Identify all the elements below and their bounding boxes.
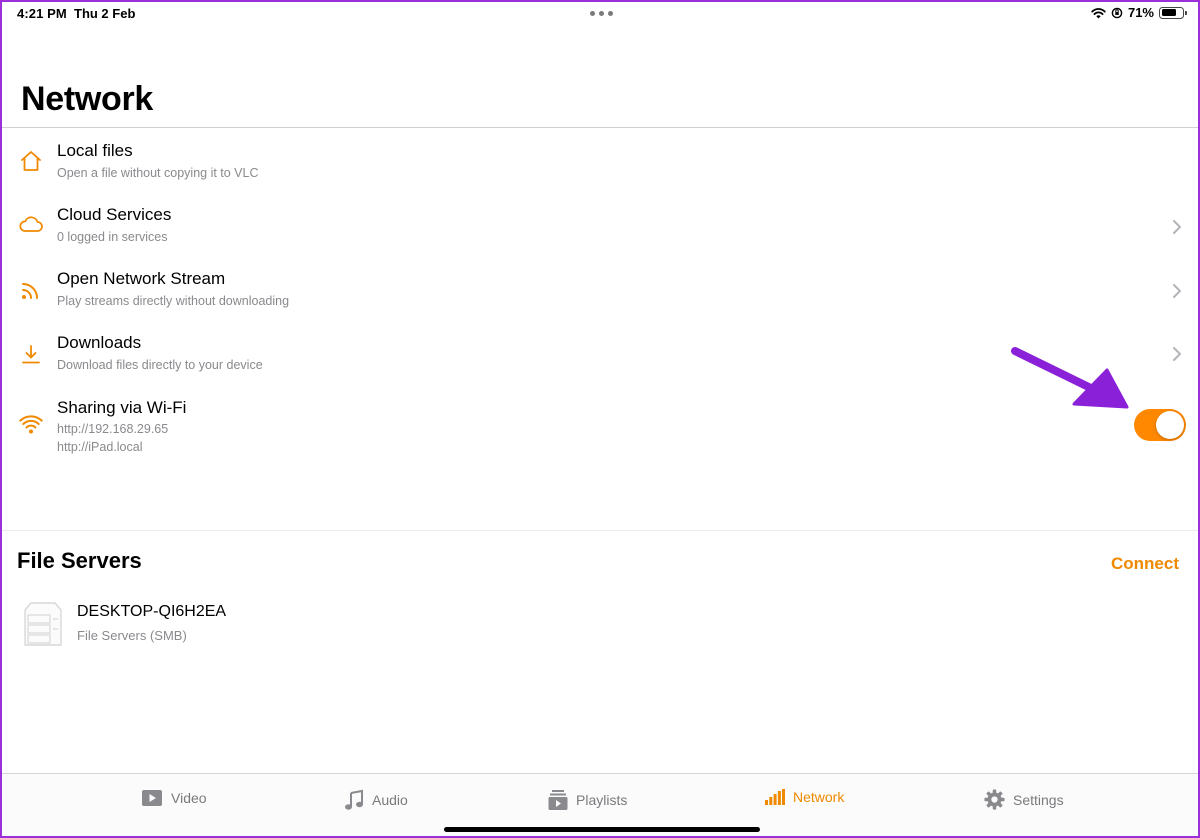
status-indicators: 71% bbox=[1091, 5, 1187, 20]
tab-label: Settings bbox=[1013, 791, 1064, 808]
wifi-status-icon bbox=[1091, 7, 1106, 18]
server-icon bbox=[24, 602, 62, 646]
server-name: DESKTOP-QI6H2EA bbox=[77, 603, 227, 620]
wifi-sharing-toggle[interactable] bbox=[1134, 409, 1186, 441]
battery-percentage: 71% bbox=[1127, 5, 1154, 20]
section-divider bbox=[2, 530, 1198, 531]
title-divider bbox=[2, 127, 1198, 128]
tab-settings[interactable]: Settings bbox=[984, 789, 1064, 810]
wifi-ip-url[interactable]: http://192.168.29.65 bbox=[57, 422, 168, 436]
tab-label: Playlists bbox=[576, 792, 628, 808]
server-type: File Servers (SMB) bbox=[77, 628, 187, 643]
tab-playlists[interactable]: Playlists bbox=[548, 789, 627, 811]
item-subtitle: Download files directly to your device bbox=[57, 358, 263, 372]
list-item-open-network-stream[interactable]: Open Network Stream Play streams directl… bbox=[2, 258, 1198, 318]
tab-network[interactable]: Network bbox=[765, 789, 844, 805]
item-title: Sharing via Wi-Fi bbox=[57, 398, 187, 417]
item-subtitle: Play streams directly without downloadin… bbox=[57, 294, 290, 308]
status-date: Thu 2 Feb bbox=[74, 6, 136, 21]
multitasking-dots-icon[interactable] bbox=[590, 11, 613, 16]
item-title: Local files bbox=[57, 141, 133, 160]
tab-label: Network bbox=[793, 789, 845, 805]
download-icon bbox=[18, 341, 44, 367]
screen-frame: 4:21 PM Thu 2 Feb 71% Network Local file… bbox=[0, 0, 1200, 838]
item-title: Open Network Stream bbox=[57, 269, 226, 288]
annotation-arrow-icon bbox=[1011, 347, 1129, 409]
playlist-icon bbox=[548, 790, 568, 810]
tab-audio[interactable]: Audio bbox=[344, 789, 408, 811]
item-title: Cloud Services bbox=[57, 205, 172, 224]
house-icon bbox=[18, 148, 44, 174]
connect-button[interactable]: Connect bbox=[1111, 554, 1179, 574]
list-item-local-files[interactable]: Local files Open a file without copying … bbox=[2, 130, 1198, 190]
page-title: Network bbox=[21, 80, 154, 118]
wifi-icon bbox=[18, 412, 44, 438]
list-item-cloud-services[interactable]: Cloud Services 0 logged in services bbox=[2, 194, 1198, 254]
orientation-lock-icon bbox=[1111, 7, 1123, 18]
play-icon bbox=[142, 790, 162, 806]
battery-icon bbox=[1159, 6, 1187, 19]
item-title: Downloads bbox=[57, 333, 142, 352]
toggle-knob bbox=[1156, 411, 1184, 439]
item-subtitle: Open a file without copying it to VLC bbox=[57, 166, 259, 180]
status-time: 4:21 PM bbox=[17, 6, 67, 21]
tab-label: Audio bbox=[372, 792, 408, 808]
file-servers-title: File Servers bbox=[17, 548, 142, 573]
music-note-icon bbox=[345, 789, 363, 810]
wifi-host-url[interactable]: http://iPad.local bbox=[57, 440, 142, 454]
server-item[interactable]: DESKTOP-QI6H2EA File Servers (SMB) bbox=[2, 594, 1198, 654]
chevron-right-icon bbox=[1173, 284, 1181, 298]
rss-icon bbox=[18, 277, 44, 303]
cloud-icon bbox=[18, 211, 44, 237]
chevron-right-icon bbox=[1173, 220, 1181, 234]
signal-bars-icon bbox=[765, 789, 785, 805]
tab-label: Video bbox=[171, 790, 207, 806]
item-subtitle: 0 logged in services bbox=[57, 230, 168, 244]
chevron-right-icon bbox=[1173, 347, 1181, 361]
gear-icon bbox=[984, 789, 1005, 810]
tab-video[interactable]: Video bbox=[141, 789, 207, 807]
status-bar: 4:21 PM Thu 2 Feb 71% bbox=[2, 2, 1198, 26]
home-indicator[interactable] bbox=[444, 827, 760, 832]
